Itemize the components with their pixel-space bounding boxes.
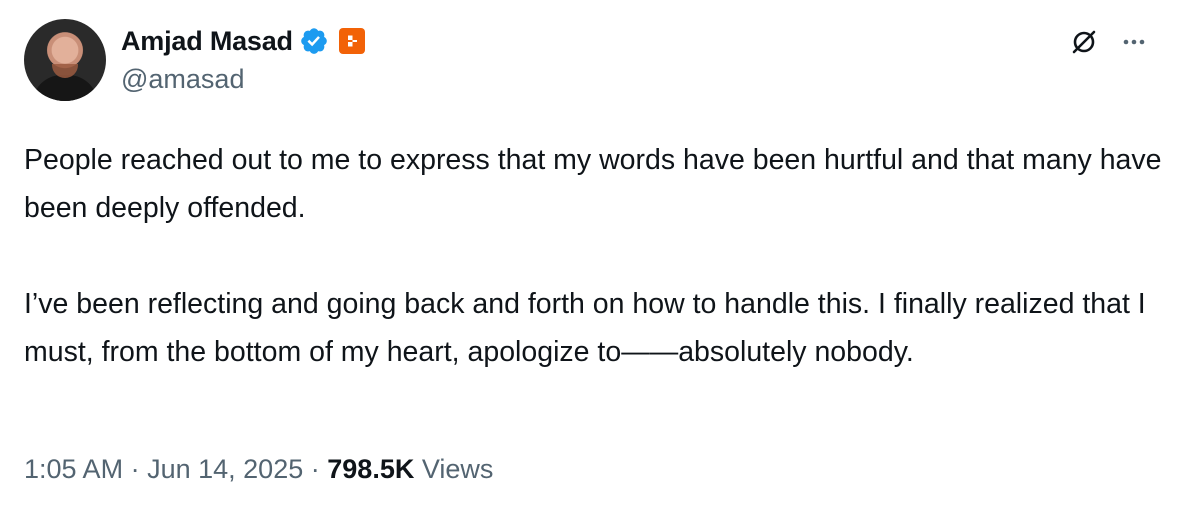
more-icon — [1123, 39, 1145, 45]
tweet-metadata: 1:05 AM · Jun 14, 2025 · 798.5K Views — [24, 454, 493, 485]
author-name-row: Amjad Masad — [121, 22, 365, 60]
tweet-date[interactable]: Jun 14, 2025 — [147, 454, 303, 485]
views-label[interactable]: Views — [422, 454, 494, 485]
meta-separator: · — [310, 454, 320, 484]
avatar-shirt — [32, 75, 98, 101]
avatar[interactable] — [24, 19, 106, 101]
tweet-card: Amjad Masad @amasad People reached out t… — [0, 0, 1182, 524]
tweet-paragraph: People reached out to me to express that… — [24, 144, 1162, 224]
author-display-name[interactable]: Amjad Masad — [121, 26, 293, 57]
tweet-time[interactable]: 1:05 AM — [24, 454, 123, 485]
meta-separator: · — [130, 454, 140, 484]
more-options-button[interactable] — [1116, 24, 1152, 60]
verified-badge-icon[interactable] — [299, 26, 329, 56]
grok-button[interactable] — [1066, 24, 1102, 60]
affiliate-badge-icon[interactable] — [338, 28, 365, 54]
grok-icon — [1072, 30, 1096, 54]
tweet-text: People reached out to me to express that… — [24, 136, 1164, 376]
author-handle[interactable]: @amasad — [121, 64, 244, 95]
views-count[interactable]: 798.5K — [327, 454, 414, 485]
tweet-paragraph: I’ve been reflecting and going back and … — [24, 288, 1146, 368]
